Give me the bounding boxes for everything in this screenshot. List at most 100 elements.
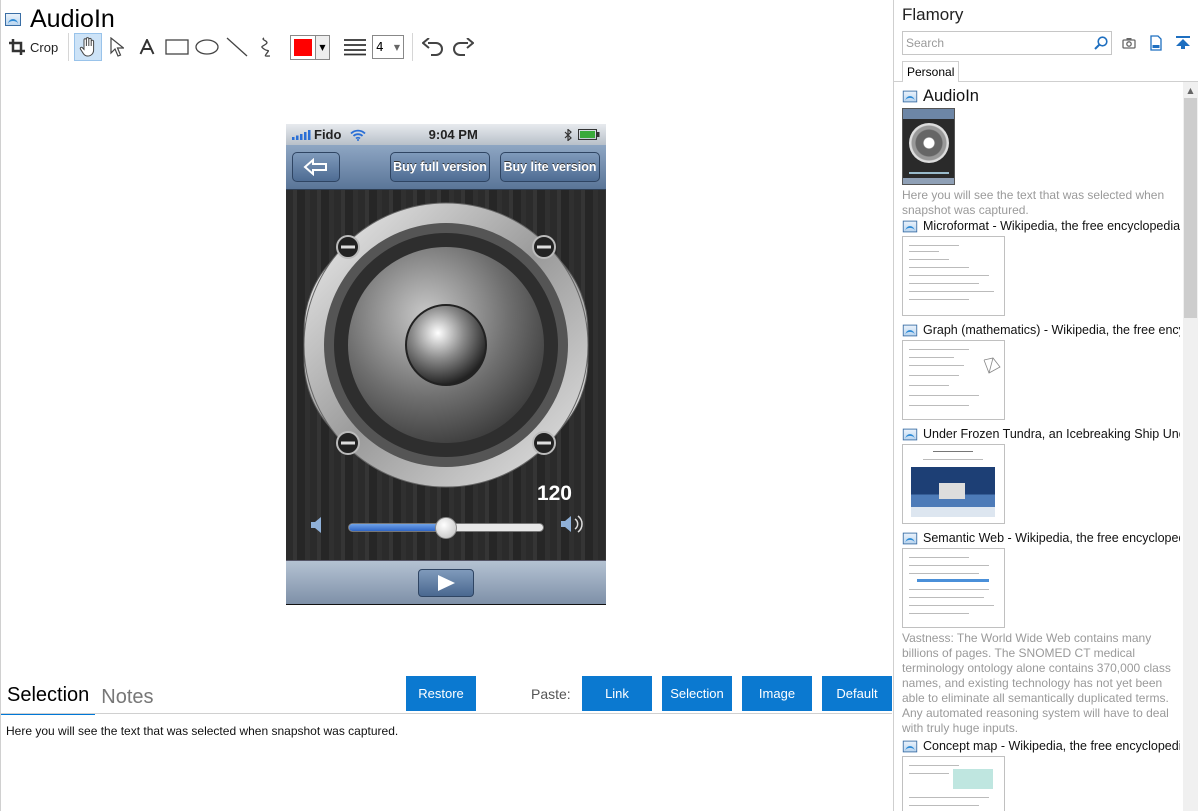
tab-selection[interactable]: Selection	[1, 684, 96, 715]
speaker-stage: 120	[286, 190, 606, 560]
list-item[interactable]: Concept map - Wikipedia, the free encycl…	[902, 738, 1180, 811]
page-icon	[902, 532, 918, 544]
phone-back-button	[292, 152, 340, 182]
list-item-thumbnail	[902, 108, 955, 185]
selection-text[interactable]: Here you will see the text that was sele…	[6, 724, 398, 738]
toolbar-separator	[412, 33, 413, 61]
volume-slider-fill	[349, 524, 446, 531]
volume-value: 120	[536, 482, 572, 505]
phone-status-bar: Fido 9:04 PM	[286, 124, 606, 145]
list-item-title: AudioIn	[923, 86, 979, 105]
restore-button[interactable]: Restore	[406, 676, 476, 711]
toolbar-separator	[68, 33, 69, 61]
list-item-title: Microformat - Wikipedia, the free encycl…	[923, 219, 1180, 233]
pointer-icon	[110, 37, 124, 57]
snapshot-button[interactable]	[1120, 34, 1138, 52]
paste-image-button[interactable]: Image	[742, 676, 812, 711]
list-item-title: Under Frozen Tundra, an Icebreaking Ship…	[923, 427, 1180, 441]
freehand-icon	[261, 37, 271, 57]
page-icon	[902, 90, 918, 102]
snapshot-image[interactable]: Fido 9:04 PM Buy full version Buy lite v…	[286, 124, 606, 605]
volume-slider	[348, 517, 544, 539]
list-item-title: Concept map - Wikipedia, the free encycl…	[923, 739, 1180, 753]
volume-slider-thumb	[435, 517, 457, 539]
undo-button[interactable]	[418, 33, 448, 61]
list-item[interactable]: Graph (mathematics) - Wikipedia, the fre…	[902, 322, 1180, 426]
list-item[interactable]: Microformat - Wikipedia, the free encycl…	[902, 218, 1180, 322]
app-title: Flamory	[902, 5, 964, 24]
select-tool-button[interactable]	[102, 33, 132, 61]
search-input[interactable]	[906, 36, 1091, 50]
phone-play-button	[418, 568, 474, 597]
rectangle-icon	[165, 39, 189, 55]
notes-tabs: Selection Notes	[1, 680, 160, 715]
upload-icon	[1176, 36, 1190, 49]
scrollbar-thumb[interactable]	[1184, 98, 1197, 318]
snapshot-editor: AudioIn Crop ▼ 4 ▼ Fido 9:04 PM Buy full…	[0, 0, 893, 811]
paste-link-button[interactable]: Link	[582, 676, 652, 711]
search-box	[902, 31, 1112, 55]
paste-selection-button[interactable]: Selection	[662, 676, 732, 711]
volume-high-icon	[561, 515, 583, 533]
line-width-icon	[340, 33, 370, 61]
list-item[interactable]: Semantic Web - Wikipedia, the free encyc…	[902, 530, 1180, 738]
crop-button[interactable]: Crop	[7, 33, 63, 61]
list-item-thumbnail	[902, 444, 1005, 524]
play-icon	[438, 574, 455, 591]
redo-button[interactable]	[448, 33, 478, 61]
carrier-name: Fido	[314, 127, 342, 142]
rectangle-tool-button[interactable]	[162, 33, 192, 61]
color-swatch	[294, 38, 312, 56]
tab-notes[interactable]: Notes	[95, 686, 159, 715]
search-icon	[1094, 36, 1108, 50]
new-page-button[interactable]	[1147, 34, 1165, 52]
wifi-icon	[350, 129, 367, 141]
list-item-thumbnail	[902, 236, 1005, 316]
undo-icon	[422, 38, 443, 56]
hand-tool-button[interactable]	[74, 33, 102, 61]
chevron-down-icon: ▼	[393, 42, 400, 52]
phone-buy-lite-button: Buy lite version	[500, 152, 600, 182]
list-item-description: Vastness: The World Wide Web contains ma…	[902, 631, 1171, 735]
ellipse-tool-button[interactable]	[192, 33, 222, 61]
crop-label: Crop	[30, 39, 59, 55]
page-icon	[902, 324, 918, 336]
speaker-icon	[303, 202, 589, 488]
tab-personal[interactable]: Personal	[902, 61, 960, 82]
tabs-divider	[1, 713, 892, 714]
list-item[interactable]: Under Frozen Tundra, an Icebreaking Ship…	[902, 426, 1180, 530]
volume-low-icon	[311, 517, 321, 533]
snapshot-list: AudioIn Here you will see the text that …	[902, 86, 1180, 811]
line-width-select[interactable]: 4 ▼	[372, 35, 404, 59]
list-item[interactable]: AudioIn Here you will see the text that …	[902, 86, 1180, 218]
color-picker-button[interactable]: ▼	[290, 34, 330, 60]
phone-play-bar	[286, 560, 606, 604]
flamory-sidebar: Flamory Personal AudioIn Here yo	[893, 0, 1198, 811]
document-title[interactable]: AudioIn	[30, 5, 115, 34]
redo-icon	[453, 38, 474, 56]
freehand-tool-button[interactable]	[252, 33, 282, 61]
phone-clock: 9:04 PM	[428, 127, 478, 142]
list-item-title: Semantic Web - Wikipedia, the free encyc…	[923, 531, 1180, 545]
phone-buy-full-button: Buy full version	[390, 152, 490, 182]
line-tool-button[interactable]	[222, 33, 252, 61]
chevron-down-icon: ▼	[315, 35, 329, 59]
scroll-top-button[interactable]	[1174, 34, 1192, 52]
page-icon	[902, 428, 918, 440]
text-tool-button[interactable]	[132, 33, 162, 61]
hand-icon	[79, 37, 95, 57]
crop-icon	[9, 39, 25, 55]
document-icon	[1150, 35, 1162, 51]
page-icon	[5, 12, 21, 26]
paste-label: Paste:	[531, 686, 571, 702]
scroll-up-arrow-icon[interactable]: ▲	[1184, 84, 1197, 96]
phone-nav-bar: Buy full version Buy lite version	[286, 145, 606, 190]
list-item-title: Graph (mathematics) - Wikipedia, the fre…	[923, 323, 1180, 337]
paste-default-button[interactable]: Default	[822, 676, 892, 711]
list-item-description: Here you will see the text that was sele…	[902, 188, 1165, 217]
line-width-value: 4	[376, 40, 384, 54]
page-icon	[902, 220, 918, 232]
drawing-toolbar: Crop ▼ 4 ▼	[7, 33, 478, 61]
line-icon	[226, 37, 248, 57]
search-button[interactable]	[1091, 36, 1111, 50]
